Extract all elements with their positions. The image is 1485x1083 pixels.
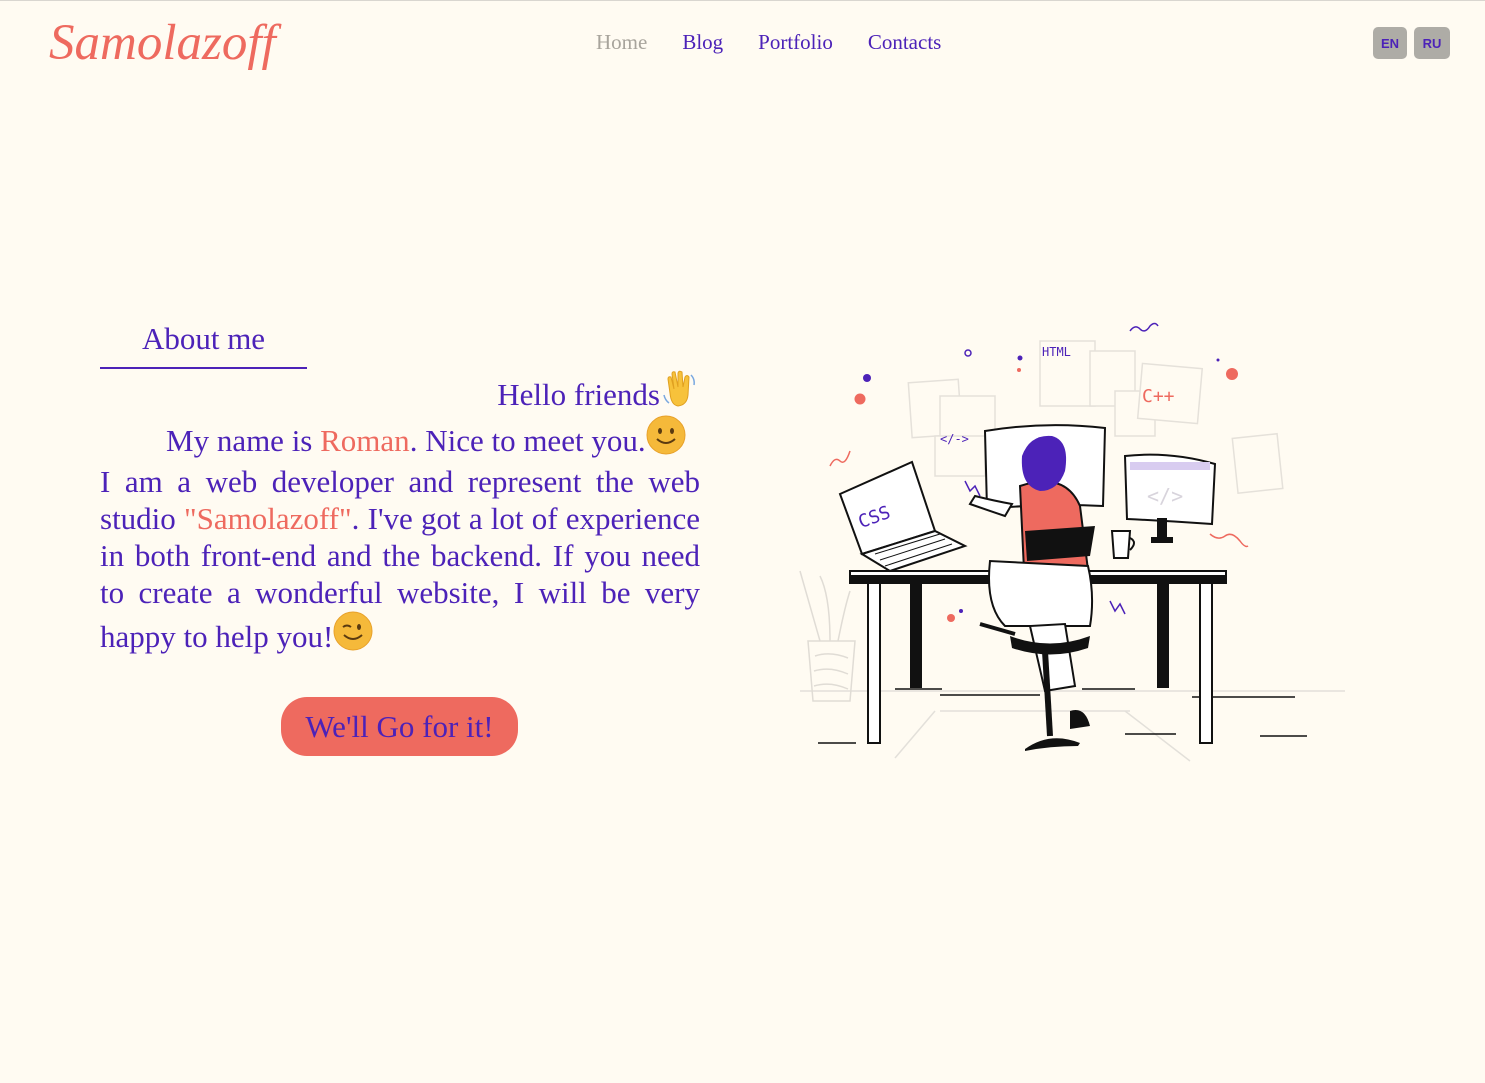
illustration-cpp-label: C++ <box>1142 386 1175 407</box>
nav-contacts[interactable]: Contacts <box>868 29 942 55</box>
language-switcher: EN RU <box>1373 27 1450 59</box>
site-logo[interactable]: Samolazoff <box>49 13 276 73</box>
illustration-html-label: HTML <box>1042 345 1071 359</box>
developer-at-desk-image: HTML C++ </-> CSS </> <box>799 322 1345 762</box>
cta-button[interactable]: We'll Go for it! <box>281 697 518 756</box>
about-paragraph: My name is Roman. Nice to meet you. I am… <box>100 415 700 659</box>
main-nav: Home Blog Portfolio Contacts <box>596 29 941 55</box>
lang-ru-button[interactable]: RU <box>1414 27 1450 59</box>
section-title: About me <box>100 319 307 369</box>
svg-text:</>: </> <box>1147 484 1183 508</box>
intro-text: My name is <box>166 423 321 458</box>
wink-icon <box>333 611 373 659</box>
studio-name: "Samolazoff" <box>184 501 352 536</box>
developer-illustration: HTML C++ </-> CSS </> <box>790 306 1355 776</box>
smile-icon <box>646 415 686 463</box>
greeting-text: Hello friends <box>497 377 660 412</box>
nav-blog[interactable]: Blog <box>682 29 723 55</box>
author-name: Roman <box>320 423 410 458</box>
nav-home[interactable]: Home <box>596 29 647 55</box>
nav-portfolio[interactable]: Portfolio <box>758 29 833 55</box>
intro-suffix: . Nice to meet you. <box>409 423 646 458</box>
lang-en-button[interactable]: EN <box>1373 27 1407 59</box>
illustration-code-label: </-> <box>940 432 969 446</box>
